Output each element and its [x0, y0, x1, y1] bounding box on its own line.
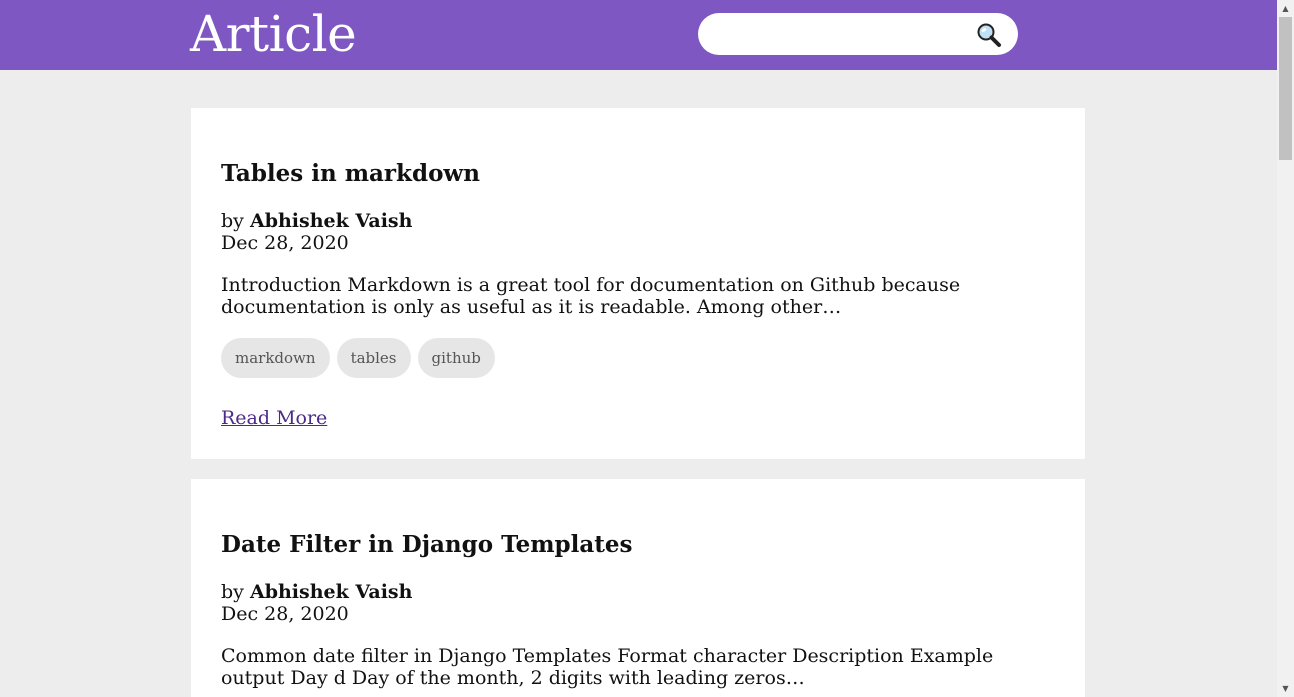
- article-title[interactable]: Date Filter in Django Templates: [221, 530, 632, 560]
- article-excerpt: Introduction Markdown is a great tool fo…: [221, 274, 961, 318]
- article-author: Abhishek Vaish: [249, 210, 413, 232]
- article-date: Dec 28, 2020: [221, 603, 349, 625]
- top-header: Article: [0, 0, 1277, 70]
- read-more-link[interactable]: Read More: [221, 406, 327, 430]
- article-card: Tables in markdown by Abhishek Vaish Dec…: [191, 108, 1085, 459]
- page-scrollbar[interactable]: ▲ ▼: [1277, 0, 1294, 697]
- scrollbar-thumb[interactable]: [1279, 17, 1292, 160]
- tag-chip[interactable]: tables: [336, 338, 411, 378]
- site-brand[interactable]: Article: [190, 4, 357, 64]
- article-tags: markdown tables github: [221, 338, 495, 378]
- article-byline: by Abhishek Vaish: [221, 210, 412, 232]
- tag-chip[interactable]: github: [417, 338, 495, 378]
- magnifier-icon: [977, 23, 1001, 47]
- search-input[interactable]: [714, 21, 964, 47]
- scroll-down-arrow-icon[interactable]: ▼: [1277, 680, 1294, 697]
- search-bar: [698, 13, 1018, 55]
- tag-chip[interactable]: markdown: [221, 338, 330, 378]
- search-button[interactable]: [976, 22, 1002, 48]
- article-date: Dec 28, 2020: [221, 232, 349, 254]
- article-card: Date Filter in Django Templates by Abhis…: [191, 479, 1085, 697]
- article-byline: by Abhishek Vaish: [221, 581, 412, 603]
- article-author: Abhishek Vaish: [249, 581, 413, 603]
- article-title[interactable]: Tables in markdown: [221, 159, 480, 189]
- by-prefix: by: [221, 581, 244, 603]
- scroll-up-arrow-icon[interactable]: ▲: [1277, 0, 1294, 17]
- by-prefix: by: [221, 210, 244, 232]
- article-excerpt: Common date filter in Django Templates F…: [221, 645, 994, 689]
